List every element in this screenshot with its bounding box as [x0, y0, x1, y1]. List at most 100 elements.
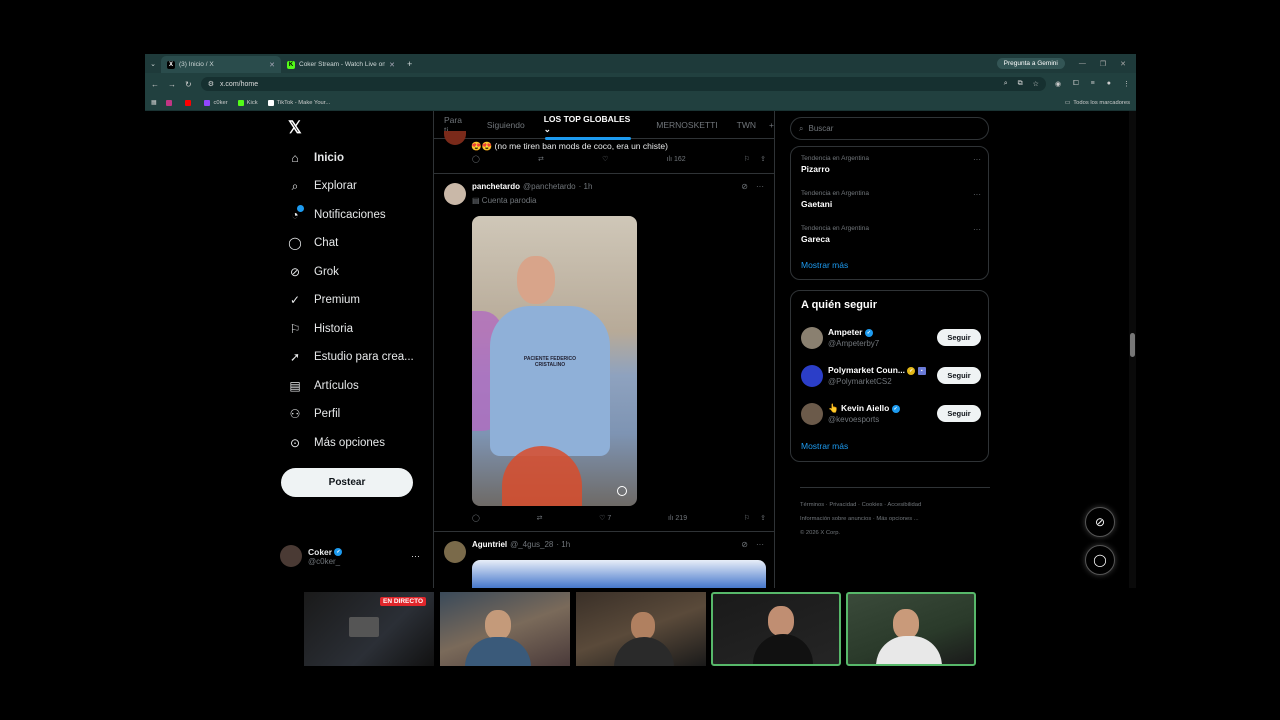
close-tab-icon[interactable]: ✕ — [269, 61, 275, 69]
follow-suggestion[interactable]: 👆 Kevin Aiello ✓ @kevoesports Seguir — [801, 402, 981, 428]
bookmark-kick[interactable]: Kick — [237, 99, 258, 106]
media-icon[interactable]: ≡ — [1091, 80, 1095, 88]
more-dots-icon[interactable]: ··· — [973, 155, 981, 164]
share-icon[interactable]: ⇪ — [760, 514, 766, 522]
close-window-icon[interactable]: ✕ — [1120, 60, 1126, 68]
nav-mas-opciones[interactable]: ⊙ Más opciones — [288, 436, 385, 450]
nav-premium[interactable]: ✓ Premium — [288, 293, 360, 307]
footer-link[interactable]: Términos — [800, 502, 824, 508]
zoom-icon[interactable]: ⌕ — [1004, 80, 1008, 88]
more-dots-icon[interactable]: ··· — [756, 540, 764, 549]
retweet-icon[interactable]: ⇄ — [537, 514, 543, 522]
grok-icon[interactable]: ⊘ — [741, 182, 748, 191]
tweet[interactable]: panchetardo @panchetardo · 1h ▤ Cuenta p… — [434, 174, 774, 532]
author-handle[interactable]: @_4gus_28 — [510, 540, 553, 549]
media-settings-icon[interactable] — [617, 486, 627, 496]
new-tab-button[interactable]: + — [401, 59, 418, 69]
forward-icon[interactable]: → — [168, 80, 176, 89]
extensions-puzzle-icon[interactable]: ⧠ — [1073, 80, 1079, 88]
footer-link[interactable]: Cookies — [862, 502, 883, 508]
search-input[interactable]: ⌕ Buscar — [790, 117, 989, 140]
bookmark-youtube[interactable] — [185, 99, 194, 106]
nav-articulos[interactable]: ▤ Artículos — [288, 379, 358, 393]
account-switcher[interactable]: Coker ✓ @c0ker_ ··· — [280, 545, 420, 567]
scrollbar-thumb[interactable] — [1130, 333, 1135, 357]
menu-icon[interactable]: ⋮ — [1123, 80, 1130, 88]
nav-estudio[interactable]: ➚ Estudio para crea... — [288, 350, 414, 364]
reply-icon[interactable]: ◯ — [472, 155, 480, 163]
follow-button[interactable]: Seguir — [937, 405, 981, 422]
views-count[interactable]: ılı 162 — [667, 156, 686, 163]
grok-icon[interactable]: ⊘ — [741, 540, 748, 549]
reload-icon[interactable]: ↻ — [185, 80, 192, 89]
tweet-media[interactable]: PACIENTE FEDERICO CRISTALINO — [472, 216, 637, 506]
views-count[interactable]: ılı 219 — [668, 515, 687, 522]
footer-link[interactable]: Información sobre anuncios — [800, 516, 871, 522]
tweet[interactable]: Aguntriel @_4gus_28 · 1h ⊘ ··· — [434, 532, 774, 588]
close-tab-icon[interactable]: ✕ — [389, 61, 395, 69]
bookmark-icon[interactable]: ⚐ — [744, 155, 750, 163]
more-dots-icon[interactable]: ··· — [973, 225, 981, 234]
author-handle[interactable]: @panchetardo — [523, 182, 576, 191]
follow-button[interactable]: Seguir — [937, 329, 981, 346]
tweet-time[interactable]: · 1h — [579, 182, 593, 191]
share-icon[interactable]: ⇪ — [760, 155, 766, 163]
bookmark-instagram[interactable] — [166, 99, 175, 106]
site-info-icon[interactable]: ⚙ — [208, 80, 214, 88]
trend-item[interactable]: Tendencia en Argentina Gareca ··· — [801, 225, 981, 244]
footer-link[interactable]: Privacidad — [829, 502, 856, 508]
url-field[interactable]: ⚙ x.com/home ⌕ ⧉ ☆ — [200, 77, 1046, 91]
tab-search-icon[interactable]: ⌄ — [145, 60, 161, 68]
author-name[interactable]: panchetardo — [472, 182, 520, 191]
minimize-icon[interactable]: — — [1079, 60, 1086, 68]
nav-explorar[interactable]: ⌕ Explorar — [288, 179, 357, 193]
tweet-time[interactable]: · 1h — [556, 540, 570, 549]
follow-suggestion[interactable]: Polymarket Coun... ✓ ▪ @PolymarketCS2 Se… — [801, 364, 981, 390]
show-more-link[interactable]: Mostrar más — [801, 260, 848, 270]
nav-perfil[interactable]: ⚇ Perfil — [288, 407, 341, 421]
tweet-media[interactable] — [472, 560, 766, 588]
scrollbar[interactable] — [1129, 111, 1136, 588]
show-more-link[interactable]: Mostrar más — [801, 441, 848, 451]
trend-item[interactable]: Tendencia en Argentina Pizarro ··· — [801, 155, 981, 174]
bookmark-twitch[interactable]: c0ker — [204, 99, 228, 106]
author-name[interactable]: Aguntriel — [472, 540, 507, 549]
follow-suggestion[interactable]: Ampeter ✓ @Ampeterby7 Seguir — [801, 326, 981, 352]
post-button[interactable]: Postear — [281, 468, 413, 497]
more-dots-icon[interactable]: ··· — [411, 551, 420, 561]
trend-item[interactable]: Tendencia en Argentina Gaetani ··· — [801, 190, 981, 209]
apps-icon[interactable]: ▦ — [151, 100, 156, 106]
like-icon[interactable]: ♡ — [602, 155, 608, 163]
star-icon[interactable]: ☆ — [1033, 80, 1039, 88]
x-logo-icon[interactable]: 𝕏 — [288, 118, 302, 138]
bookmark-icon[interactable]: ⚐ — [744, 514, 750, 522]
tab-inicio[interactable]: X (3) Inicio / X ✕ — [161, 56, 281, 73]
nav-historia[interactable]: ⚐ Historia — [288, 322, 353, 336]
back-icon[interactable]: ← — [151, 80, 159, 89]
more-dots-icon[interactable]: ··· — [756, 182, 764, 191]
retweet-icon[interactable]: ⇄ — [538, 155, 544, 163]
install-icon[interactable]: ⧉ — [1018, 80, 1023, 88]
tab-top-globales[interactable]: LOS TOP GLOBALES ⌄ — [544, 114, 638, 135]
nav-grok[interactable]: ⊘ Grok — [288, 265, 339, 279]
footer-link[interactable]: Más opciones ... — [876, 516, 918, 522]
restore-icon[interactable]: ❐ — [1100, 60, 1106, 68]
follow-button[interactable]: Seguir — [937, 367, 981, 384]
tab-mernosketti[interactable]: MERNOSKETTI — [656, 120, 717, 130]
bookmark-tiktok[interactable]: TikTok - Make Your... — [267, 99, 330, 106]
add-tab-icon[interactable]: + — [769, 120, 774, 130]
tweet[interactable]: 😍😍 (no me tiren ban mods de coco, era un… — [434, 131, 774, 174]
footer-link[interactable]: Accesibilidad — [887, 502, 921, 508]
tab-coker-stream[interactable]: K Coker Stream - Watch Live on K ✕ — [281, 56, 401, 73]
chat-icon[interactable]: ◯ — [1085, 545, 1115, 575]
grok-icon[interactable]: ⊘ — [1085, 507, 1115, 537]
extension-icon[interactable]: ◉ — [1055, 80, 1061, 88]
like-icon[interactable]: ♡ 7 — [599, 514, 611, 522]
tab-siguiendo[interactable]: Siguiendo — [487, 120, 525, 130]
tab-twn[interactable]: TWN — [737, 120, 756, 130]
profile-icon[interactable]: ● — [1107, 80, 1111, 88]
all-bookmarks[interactable]: ▭ Todos los marcadores — [1065, 100, 1130, 106]
gemini-button[interactable]: Pregunta a Gemini — [996, 58, 1065, 69]
nav-inicio[interactable]: ⌂ Inicio — [288, 151, 344, 165]
nav-chat[interactable]: ◯ Chat — [288, 236, 338, 250]
